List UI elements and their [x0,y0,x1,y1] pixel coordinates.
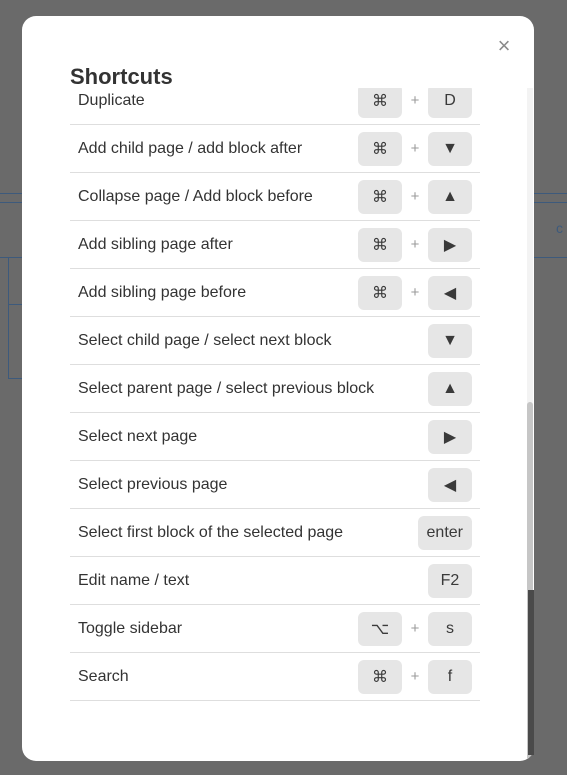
shortcut-label: Search [78,667,129,685]
shortcut-row: Select previous page ◀ [70,461,480,509]
key-separator: + [410,284,420,301]
shortcut-keys: enter [417,515,472,550]
keycap: ⌘ [358,227,402,262]
keycap: ▶ [428,419,472,454]
shortcut-row: Collapse page / Add block before ⌘ + ▲ [70,173,480,221]
keycap: ▶ [428,227,472,262]
keycap: ⌘ [358,179,402,214]
shortcuts-list-viewport: Duplicate ⌘ + D Add child page / add block a… [70,88,480,728]
keycap: F2 [428,563,472,598]
keycap: enter [417,515,472,550]
keycap: ▲ [428,179,472,214]
keycap: ◀ [428,467,472,502]
shortcut-keys: ▲ [428,371,472,406]
keycap: ⌥ [358,611,402,646]
shortcut-keys: ⌘ + ▲ [358,179,472,214]
shortcut-keys: ⌘ + ▶ [358,227,472,262]
shortcut-row: Add sibling page before ⌘ + ◀ [70,269,480,317]
keycap: ⌘ [358,131,402,166]
keycap: ◀ [428,275,472,310]
keycap: f [428,659,472,694]
shortcut-keys: ⌘ + ▼ [358,131,472,166]
shortcut-row: Edit name / text F2 [70,557,480,605]
key-separator: + [410,92,420,109]
shortcut-keys: ▶ [428,419,472,454]
keycap: ▲ [428,371,472,406]
shortcut-label: Select first block of the selected page [78,523,344,541]
shortcut-label: Select child page / select next block [78,331,332,349]
keycap: s [428,611,472,646]
key-separator: + [410,236,420,253]
shortcut-keys: ▼ [428,323,472,358]
keycap: ⌘ [358,88,402,118]
shortcut-label: Collapse page / Add block before [78,187,313,205]
keycap: ▼ [428,131,472,166]
shortcuts-list: Duplicate ⌘ + D Add child page / add block a… [70,88,480,701]
shortcut-label: Select previous page [78,475,228,493]
shortcut-row: Add sibling page after ⌘ + ▶ [70,221,480,269]
shortcut-label: Add sibling page after [78,235,233,253]
shortcut-label: Add child page / add block after [78,139,303,157]
key-separator: + [410,188,420,205]
shortcut-row: Add child page / add block after ⌘ + ▼ [70,125,480,173]
background-partial-label: c [556,220,563,236]
key-separator: + [410,140,420,157]
shortcut-keys: ◀ [428,467,472,502]
shortcut-row: Duplicate ⌘ + D [70,88,480,125]
shortcut-row: Select first block of the selected page e… [70,509,480,557]
shortcut-label: Edit name / text [78,571,190,589]
shortcut-label: Duplicate [78,91,145,109]
shortcut-row: Search ⌘ + f [70,653,480,701]
shortcut-keys: ⌘ + f [358,659,472,694]
shortcut-keys: ⌘ + D [358,88,472,118]
shortcut-label: Select next page [78,427,198,445]
shortcuts-modal: × Shortcuts Duplicate ⌘ + D Add child page /… [22,16,534,761]
close-button[interactable]: × [494,33,514,58]
keycap: ⌘ [358,659,402,694]
shortcut-keys: ⌘ + ◀ [358,275,472,310]
keycap: ⌘ [358,275,402,310]
key-separator: + [410,668,420,685]
shortcut-row: Select parent page / select previous blo… [70,365,480,413]
key-separator: + [410,620,420,637]
shortcut-keys: ⌥ + s [358,611,472,646]
shortcut-label: Add sibling page before [78,283,247,301]
keycap: ▼ [428,323,472,358]
shortcut-label: Select parent page / select previous blo… [78,379,375,397]
close-icon: × [497,33,511,58]
keycap: D [428,88,472,118]
background-scrollbar [528,590,534,755]
shortcut-row: Select next page ▶ [70,413,480,461]
shortcut-keys: F2 [428,563,472,598]
shortcut-label: Toggle sidebar [78,619,183,637]
shortcut-row: Select child page / select next block ▼ [70,317,480,365]
shortcut-row: Toggle sidebar ⌥ + s [70,605,480,653]
modal-title: Shortcuts [70,64,179,90]
